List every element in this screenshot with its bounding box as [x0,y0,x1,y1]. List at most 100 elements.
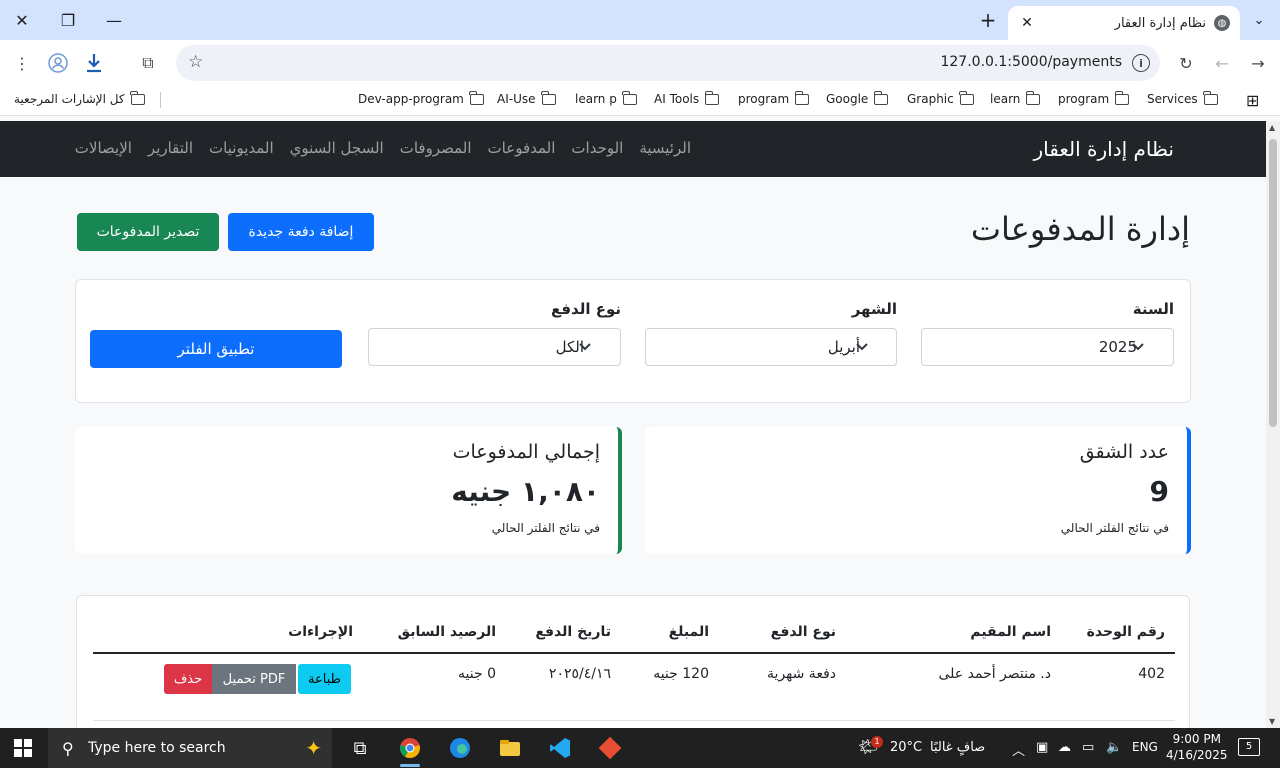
language-indicator[interactable]: ENG [1132,740,1158,754]
weather-badge: 1 [871,736,883,748]
add-payment-button[interactable]: إضافة دفعة جديدة [228,213,374,251]
browser-toolbar: ⋮ ⧉ ☆ 127.0.0.1:5000/payments i ↻ ← → [0,40,1280,86]
scroll-down-icon[interactable]: ▼ [1269,717,1275,726]
payment-type-select[interactable]: الكل [368,328,621,366]
windows-taskbar: ⚲ Type here to search ✦ ⧉ 🌤 1 20°C صافٍ … [0,728,1280,768]
apps-grid-icon[interactable]: ⊞ [1246,91,1259,110]
col-header-resident: اسم المقيم [970,624,1051,640]
bookmark-dev-app-program[interactable]: Dev-app-program [358,90,484,106]
cell-unit: 402 [1138,666,1165,682]
apply-filter-button[interactable]: تطبيق الفلتر [90,330,342,368]
git-app-icon[interactable] [588,732,632,764]
bookmark-google[interactable]: Google [826,90,889,106]
bookmark-label: AI Tools [654,92,700,106]
all-bookmarks[interactable]: كل الإشارات المرجعية [14,90,145,106]
filter-card: السنة 2025 الشهر أبريل نوع الدفع الكل تط… [75,279,1191,403]
bookmark-star-icon[interactable]: ☆ [188,52,203,72]
bookmark-program-2[interactable]: program [738,90,810,106]
folder-icon [622,90,637,105]
browser-tab-strip: ✕ ❐ — + ◍ نظام إدارة العقار ✕ ⌄ [0,0,1280,40]
bookmark-program-1[interactable]: program [1058,90,1130,106]
browser-tab[interactable]: ◍ نظام إدارة العقار ✕ [1008,6,1240,40]
download-pdf-button[interactable]: تحميل PDF [212,664,296,694]
nav-link-reports[interactable]: التقارير [148,139,193,157]
cloud-tray-icon[interactable]: ☁ [1058,740,1071,755]
nav-link-units[interactable]: الوحدات [571,139,623,157]
windows-start-icon[interactable] [14,739,32,757]
scroll-up-icon[interactable]: ▲ [1269,123,1275,132]
downloads-icon[interactable] [82,51,106,75]
clock-time: 9:00 PM [1172,732,1221,746]
more-menu-icon[interactable]: ⋮ [10,51,34,75]
nav-link-annual-log[interactable]: السجل السنوي [290,139,384,157]
task-view-icon[interactable]: ⧉ [338,732,382,764]
folder-icon [704,90,720,105]
show-hidden-icons-chevron-icon[interactable]: ︿ [1012,740,1025,759]
system-clock[interactable]: 9:00 PM 4/16/2025 [1166,731,1228,763]
year-label: السنة [1132,300,1174,318]
tab-search-chevron-icon[interactable]: ⌄ [1246,8,1272,32]
bookmark-ai-use[interactable]: AI-Use [497,90,556,106]
volume-icon[interactable]: 🔈 [1106,740,1122,755]
apartments-count-value: 9 [1149,475,1169,508]
folder-icon [873,90,889,105]
close-window-icon[interactable]: ✕ [8,8,36,32]
col-header-unit: رقم الوحدة [1086,624,1165,640]
cell-type: دفعة شهرية [767,666,836,682]
restore-window-icon[interactable]: ❐ [54,8,82,32]
month-select[interactable]: أبريل [645,328,897,366]
camera-tray-icon[interactable]: ▣ [1036,740,1048,755]
bookmark-services[interactable]: Services [1147,90,1218,106]
profile-avatar-icon[interactable] [46,51,70,75]
globe-icon: ◍ [1214,15,1230,31]
extensions-icon[interactable]: ⧉ [136,51,160,75]
back-icon[interactable]: → [1246,51,1270,75]
vscode-app-icon[interactable] [538,732,582,764]
year-select[interactable]: 2025 [921,328,1174,366]
delete-button[interactable]: حذف [164,664,212,694]
bookmark-learn[interactable]: learn [990,90,1041,106]
bookmark-label: program [738,92,790,106]
navbar-brand[interactable]: نظام إدارة العقار [1034,137,1175,161]
page-scrollbar[interactable]: ▲ ▼ [1266,121,1280,728]
weather-desc[interactable]: صافٍ غالبًا [930,740,985,755]
nav-link-receipts[interactable]: الإيصالات [75,139,132,157]
bookmark-ai-tools[interactable]: AI Tools [654,90,720,106]
bookmark-label: Services [1147,92,1198,106]
close-tab-icon[interactable]: ✕ [1018,15,1036,31]
edge-app-icon[interactable] [438,732,482,764]
forward-icon[interactable]: ← [1210,51,1234,75]
nav-link-debts[interactable]: المديونيات [209,139,274,157]
weather-temp[interactable]: 20°C [890,740,922,755]
minimize-window-icon[interactable]: — [100,8,128,32]
total-payments-title: إجمالي المدفوعات [452,441,600,463]
network-icon[interactable]: ▭ [1082,740,1094,755]
reload-icon[interactable]: ↻ [1174,51,1198,75]
cell-resident: د. منتصر أحمد على [938,666,1052,682]
apartments-count-title: عدد الشقق [1079,441,1169,463]
nav-link-expenses[interactable]: المصروفات [400,139,472,157]
export-payments-button[interactable]: تصدير المدفوعات [77,213,219,251]
bookmark-label: AI-Use [497,92,536,106]
notification-center-icon[interactable]: 5 [1238,738,1260,756]
bookmark-learn-p[interactable]: learn p [575,90,637,106]
taskbar-search[interactable]: ⚲ Type here to search ✦ [48,728,332,768]
site-info-icon[interactable]: i [1132,54,1150,72]
folder-icon [794,90,810,105]
table-row-divider [93,720,1175,721]
address-bar[interactable]: ☆ 127.0.0.1:5000/payments i [176,45,1160,81]
total-payments-note: في نتائج الفلتر الحالي [491,521,600,535]
file-explorer-icon[interactable] [488,732,532,764]
nav-link-payments[interactable]: المدفوعات [488,139,556,157]
nav-link-home[interactable]: الرئيسية [639,139,691,157]
chevron-down-icon [856,336,868,361]
table-header-divider [93,652,1175,654]
chrome-app-icon[interactable] [388,732,432,767]
copilot-sparkle-icon: ✦ [305,736,322,760]
page-title: إدارة المدفوعات [970,210,1190,248]
print-button[interactable]: طباعة [298,664,351,694]
bookmark-graphic[interactable]: Graphic [907,90,974,106]
apartments-count-card: عدد الشقق 9 في نتائج الفلتر الحالي [645,427,1191,554]
new-tab-icon[interactable]: + [976,8,1000,32]
scrollbar-thumb[interactable] [1269,139,1277,427]
